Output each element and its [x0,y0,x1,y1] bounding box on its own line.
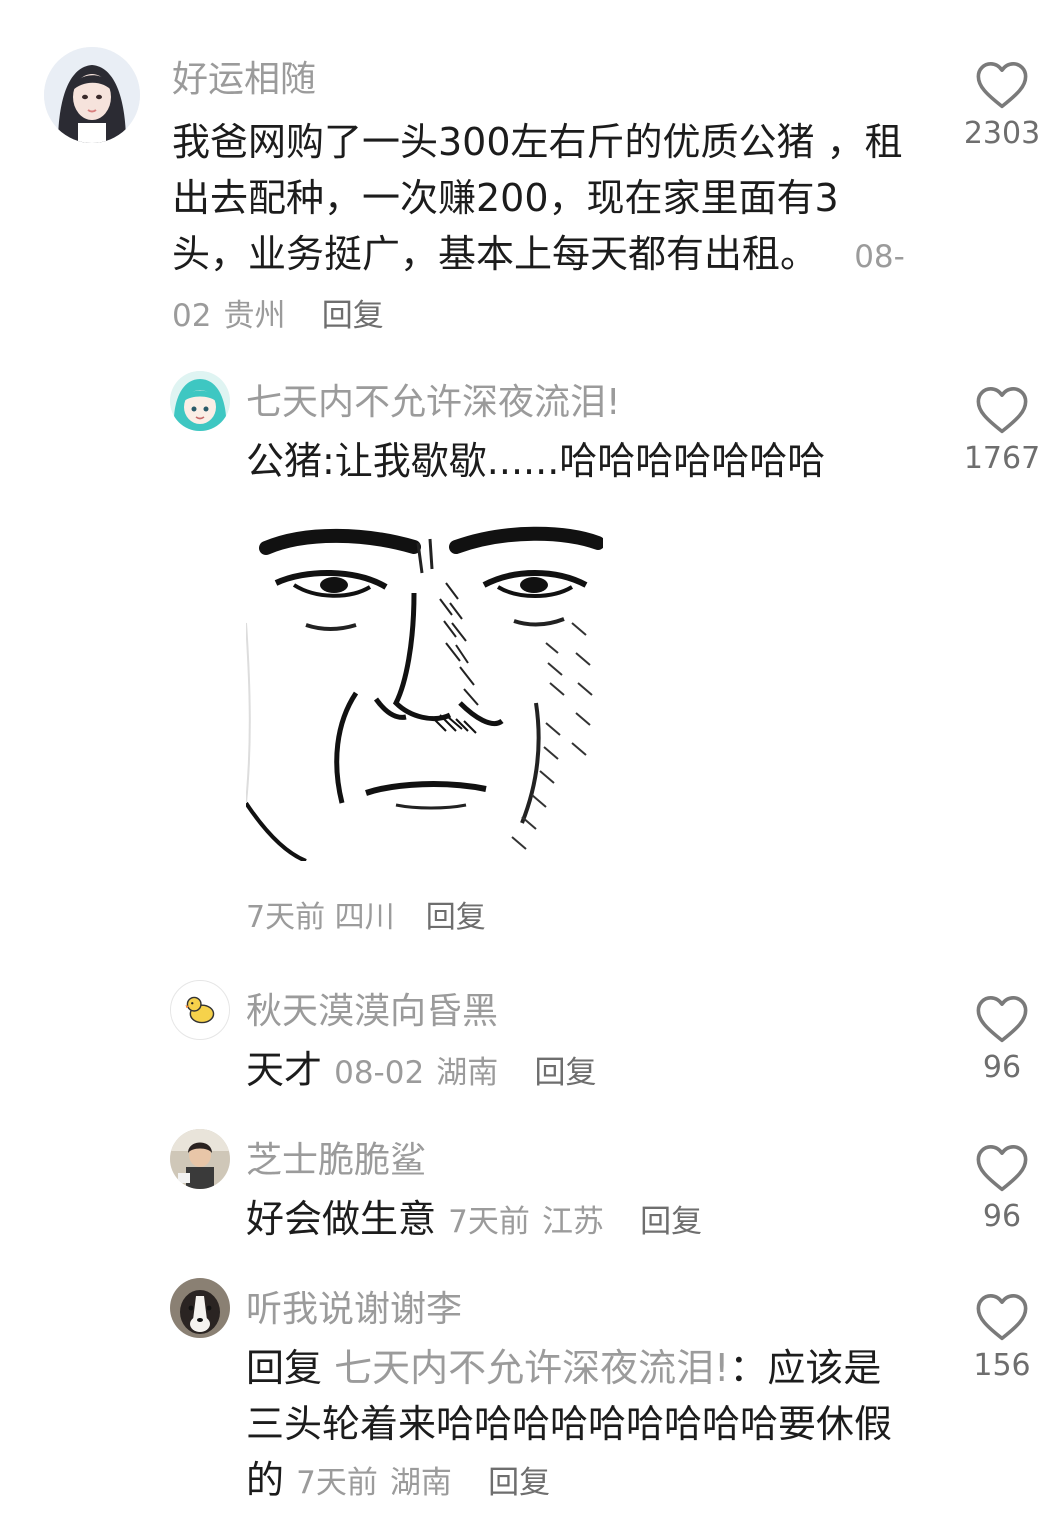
username[interactable]: 听我说谢谢李 [246,1280,462,1332]
username[interactable]: 秋天漠漠向昏黑 [246,982,498,1034]
avatar-girl-image [44,47,140,143]
like-button[interactable]: 2303 [962,60,1042,151]
avatar-miku-image [170,371,230,431]
comment-location: 贵州 [223,298,286,334]
reply-button[interactable]: 回复 [322,298,384,334]
comment-date: 08-02 [334,1055,425,1091]
heart-outline-icon [976,996,1028,1043]
reply-target-username[interactable]: 七天内不允许深夜流泪! [334,1346,729,1390]
comment-text: 好会做生意 7天前 江苏 回复 [246,1191,702,1250]
like-count: 96 [982,1050,1022,1085]
avatar[interactable] [170,1278,230,1338]
comment-text: 我爸网购了一头300左右斤的优质公猪 ，租出去配种，一次赚200，现在家里面有3… [172,114,912,344]
avatar[interactable] [44,47,140,143]
comment-body: 我爸网购了一头300左右斤的优质公猪 ，租出去配种，一次赚200，现在家里面有3… [172,120,903,276]
reply-button[interactable]: 回复 [488,1465,550,1501]
comment-location: 江苏 [541,1204,604,1240]
like-button[interactable]: 1767 [962,385,1042,476]
reply-button[interactable]: 回复 [534,1055,596,1091]
meme-sticker-image[interactable] [246,503,603,861]
reply-button[interactable]: 回复 [426,900,486,935]
comment-body: 公猪:让我歇歇......哈哈哈哈哈哈哈 [246,439,826,483]
like-count: 1767 [963,441,1041,476]
comment-text: 天才 08-02 湖南 回复 [246,1042,596,1101]
username[interactable]: 芝士脆脆鲨 [246,1131,426,1183]
avatar-duck-image [171,981,229,1039]
comment-date: 7天前 [296,1465,378,1501]
reply-button[interactable]: 回复 [640,1204,702,1240]
comment-location: 四川 [334,900,395,935]
like-button[interactable]: 96 [962,994,1042,1085]
comment-location: 湖南 [436,1055,499,1091]
avatar[interactable] [170,1129,230,1189]
avatar[interactable] [170,371,230,431]
meme-face-drawing [246,503,603,861]
comment-date: 7天前 [448,1204,530,1240]
heart-outline-icon [976,62,1028,109]
reply-prefix: 回复 [246,1346,323,1390]
comment-text: 回复 七天内不允许深夜流泪!：应该是三头轮着来哈哈哈哈哈哈哈哈哈要休假的 7天前… [246,1340,916,1511]
avatar-child-photo-image [170,1129,230,1189]
comment-body: 天才 [246,1048,323,1092]
heart-outline-icon [976,1145,1028,1192]
username[interactable]: 七天内不允许深夜流泪! [246,373,620,425]
like-count: 96 [982,1199,1022,1234]
like-count: 2303 [963,116,1041,151]
comment-meta: 7天前 四川 回复 [246,892,486,936]
comment-location: 湖南 [389,1465,452,1501]
heart-outline-icon [976,387,1028,434]
like-button[interactable]: 156 [962,1292,1042,1383]
like-count: 156 [973,1348,1031,1383]
username[interactable]: 好运相随 [172,50,316,102]
heart-outline-icon [976,1294,1028,1341]
avatar-dog-photo-image [170,1278,230,1338]
reply-colon: ： [729,1346,768,1390]
comment-body: 好会做生意 [246,1197,437,1241]
avatar[interactable] [170,980,230,1040]
comment-date: 7天前 [246,900,326,935]
like-button[interactable]: 96 [962,1143,1042,1234]
